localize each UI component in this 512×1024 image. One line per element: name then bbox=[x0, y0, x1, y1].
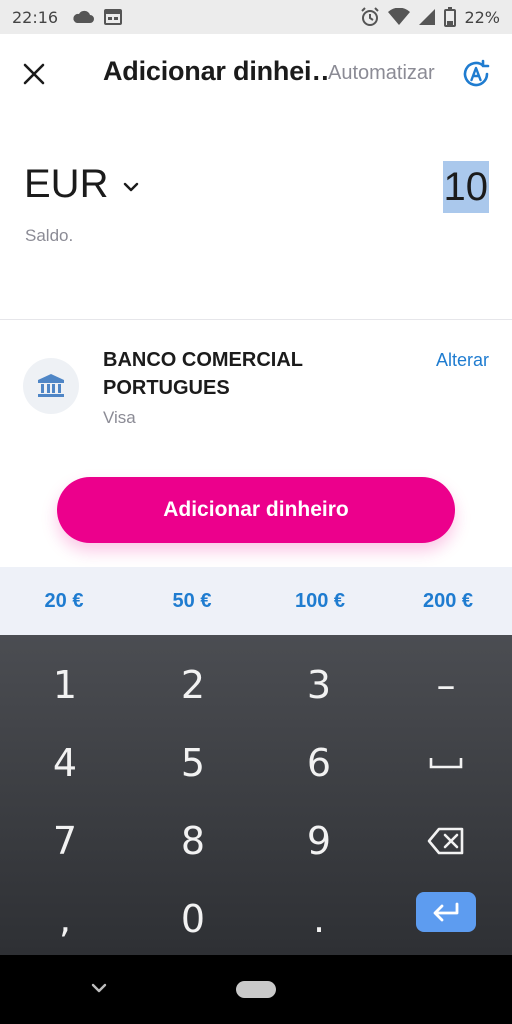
battery-icon bbox=[444, 7, 457, 27]
battery-level: 22% bbox=[464, 7, 500, 27]
calendar-icon bbox=[104, 9, 123, 25]
status-bar: 22:16 22% bbox=[0, 0, 512, 34]
close-button[interactable] bbox=[18, 58, 50, 90]
alarm-icon bbox=[361, 7, 380, 26]
key-dot[interactable]: . bbox=[255, 880, 383, 958]
currency-selector[interactable]: EUR bbox=[24, 162, 140, 207]
key-2[interactable]: 2 bbox=[129, 646, 257, 724]
chevron-down-icon bbox=[124, 182, 139, 191]
bank-avatar bbox=[23, 358, 79, 414]
backspace-icon bbox=[427, 827, 464, 855]
key-8[interactable]: 8 bbox=[129, 802, 257, 880]
nav-back-icon[interactable] bbox=[88, 977, 110, 999]
automate-link[interactable]: Automatizar bbox=[328, 62, 435, 85]
key-1[interactable]: 1 bbox=[1, 646, 129, 724]
add-money-button[interactable]: Adicionar dinheiro bbox=[57, 477, 455, 543]
key-5[interactable]: 5 bbox=[129, 724, 257, 802]
balance-label: Saldo. bbox=[25, 226, 74, 245]
key-minus[interactable]: – bbox=[382, 646, 510, 724]
currency-code: EUR bbox=[24, 162, 109, 206]
key-3[interactable]: 3 bbox=[255, 646, 383, 724]
key-backspace[interactable] bbox=[382, 802, 510, 880]
space-icon bbox=[429, 758, 463, 769]
bank-icon bbox=[38, 374, 64, 397]
system-nav-bar bbox=[0, 955, 512, 1024]
automate-icon[interactable] bbox=[460, 58, 492, 90]
status-time: 22:16 bbox=[12, 7, 59, 27]
cloud-icon bbox=[73, 10, 95, 23]
key-6[interactable]: 6 bbox=[255, 724, 383, 802]
quick-amount-100[interactable]: 100 € bbox=[256, 567, 384, 635]
signal-icon bbox=[419, 9, 436, 25]
wifi-icon bbox=[388, 8, 411, 25]
numeric-keypad: 1 2 3 – 4 5 6 7 8 9 , 0 . bbox=[0, 635, 512, 955]
quick-amount-200[interactable]: 200 € bbox=[384, 567, 512, 635]
quick-amount-50[interactable]: 50 € bbox=[128, 567, 256, 635]
key-comma[interactable]: , bbox=[1, 880, 129, 958]
key-7[interactable]: 7 bbox=[1, 802, 129, 880]
quick-amount-20[interactable]: 20 € bbox=[0, 567, 128, 635]
enter-key[interactable] bbox=[416, 892, 476, 932]
key-4[interactable]: 4 bbox=[1, 724, 129, 802]
key-space[interactable] bbox=[382, 724, 510, 802]
enter-icon bbox=[433, 902, 459, 922]
payment-method: Visa bbox=[103, 408, 136, 427]
divider bbox=[0, 319, 512, 320]
app-header: Adicionar dinhei… Automatizar bbox=[0, 34, 512, 118]
key-0[interactable]: 0 bbox=[129, 880, 257, 958]
bank-name: BANCO COMERCIAL PORTUGUES bbox=[103, 349, 303, 399]
quick-amounts-bar: 20 € 50 € 100 € 200 € bbox=[0, 567, 512, 635]
key-9[interactable]: 9 bbox=[255, 802, 383, 880]
page-title: Adicionar dinhei… bbox=[103, 56, 329, 86]
amount-input[interactable]: 10 bbox=[442, 161, 489, 213]
nav-home-pill[interactable] bbox=[236, 981, 276, 998]
close-icon bbox=[23, 63, 45, 85]
change-bank-link[interactable]: Alterar bbox=[436, 350, 489, 371]
